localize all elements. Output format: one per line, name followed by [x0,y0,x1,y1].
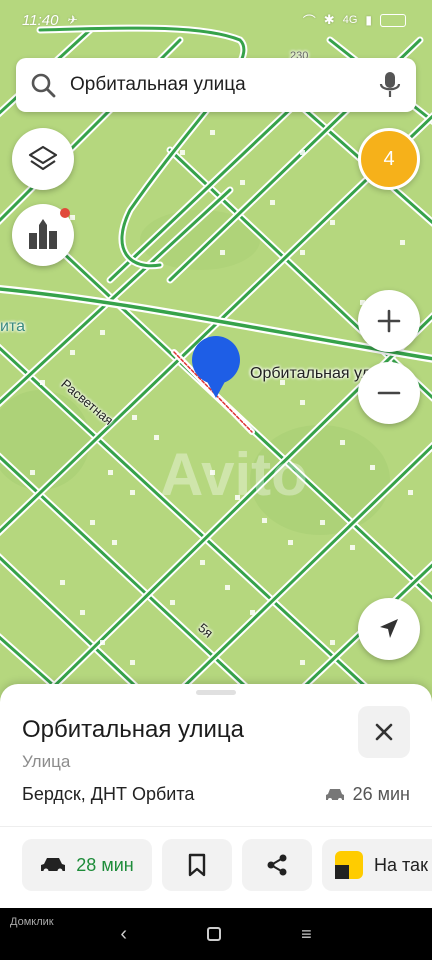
search-bar[interactable]: Орбитальная улица [16,58,416,112]
travel-time: 26 мин [325,784,410,805]
search-icon [31,73,56,98]
search-input[interactable]: Орбитальная улица [70,74,378,96]
network-type: 4G [342,14,358,26]
layers-button[interactable] [12,128,74,190]
taxi-button[interactable]: На так [322,839,432,891]
close-icon [375,723,393,741]
landmarks-button[interactable] [12,204,74,266]
share-button[interactable] [242,839,312,891]
travel-time-value: 26 мин [352,784,410,804]
cluster-badge[interactable]: 4 [358,128,420,190]
home-icon[interactable] [207,927,222,941]
plus-icon [377,309,401,333]
back-icon[interactable]: ‹ [120,923,127,946]
route-button[interactable]: 28 мин [22,839,152,891]
zoom-in-button[interactable] [358,290,420,352]
landmarks-icon [29,219,57,249]
status-bar: 11:40 ✈ ⌒ ✱ 4G ▮ [0,0,432,40]
car-icon [41,858,66,874]
share-icon [267,854,287,876]
battery-icon [380,13,406,27]
signal-icon: ▮ [365,13,372,27]
system-nav-bar: Домклик ‹ ≡ [0,908,432,960]
zoom-out-button[interactable] [358,362,420,424]
map-label-left-edge: ита [0,318,25,335]
screen: 230 ита Расветная 5я Орбитальная улица A… [0,0,432,960]
navbar-watermark: Домклик [10,916,54,928]
place-title: Орбитальная улица [22,716,244,743]
locate-button[interactable] [358,598,420,660]
notification-dot [60,208,70,218]
action-row: 28 мин На так [22,839,432,891]
bluetooth-icon: ✱ [323,12,335,27]
layers-icon [28,145,58,171]
bookmark-button[interactable] [162,839,232,891]
divider [0,826,432,827]
place-subtitle: Улица [22,752,71,771]
taxi-icon [335,851,363,879]
mic-icon[interactable] [378,71,402,99]
status-notification-icon: ✈ [66,13,77,27]
locate-icon [380,619,398,638]
wifi-icon: ⌒ [302,13,316,29]
watermark: Avito [160,441,308,508]
close-button[interactable] [358,706,410,758]
car-icon [325,788,344,802]
minus-icon [377,391,401,395]
route-time: 28 мин [76,854,134,875]
sheet-handle[interactable] [196,690,236,695]
recents-icon[interactable]: ≡ [301,924,312,945]
status-time: 11:40 [22,11,59,29]
taxi-label: На так [374,854,428,875]
place-address: Бердск, ДНТ Орбита [22,784,195,804]
bookmark-icon [188,853,206,877]
